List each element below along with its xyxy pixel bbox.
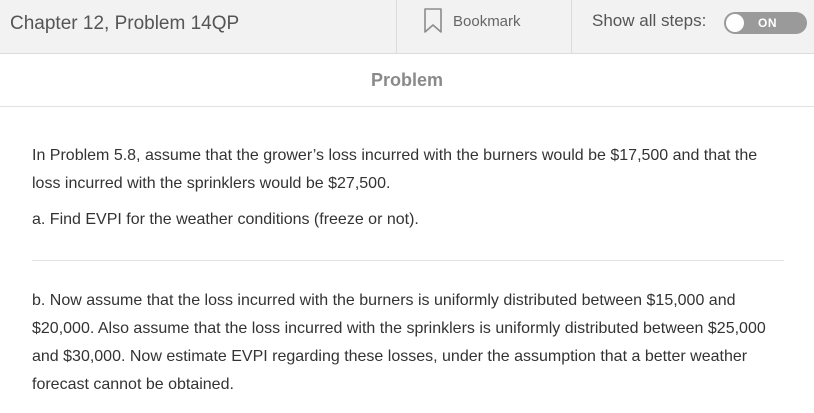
bookmark-label: Bookmark bbox=[453, 13, 521, 30]
toggle-state: ON bbox=[758, 16, 777, 30]
problem-intro: In Problem 5.8, assume that the grower’s… bbox=[32, 147, 758, 192]
top-bar: Chapter 12, Problem 14QP Bookmark Show a… bbox=[0, 0, 814, 54]
show-all-steps-label: Show all steps: bbox=[592, 11, 707, 30]
section-divider bbox=[32, 260, 784, 261]
toggle-knob bbox=[726, 14, 744, 32]
chapter-title: Chapter 12, Problem 14QP bbox=[10, 13, 240, 34]
bookmark-icon bbox=[423, 8, 443, 39]
show-all-steps-toggle[interactable]: ON bbox=[724, 12, 807, 34]
problem-part-b: b. Now assume that the loss incurred wit… bbox=[32, 292, 766, 393]
problem-part-a: a. Find EVPI for the weather conditions … bbox=[32, 211, 419, 228]
problem-heading: Problem bbox=[370, 70, 444, 90]
heading-divider bbox=[0, 106, 814, 107]
bookmark-button[interactable]: Bookmark bbox=[396, 0, 572, 54]
